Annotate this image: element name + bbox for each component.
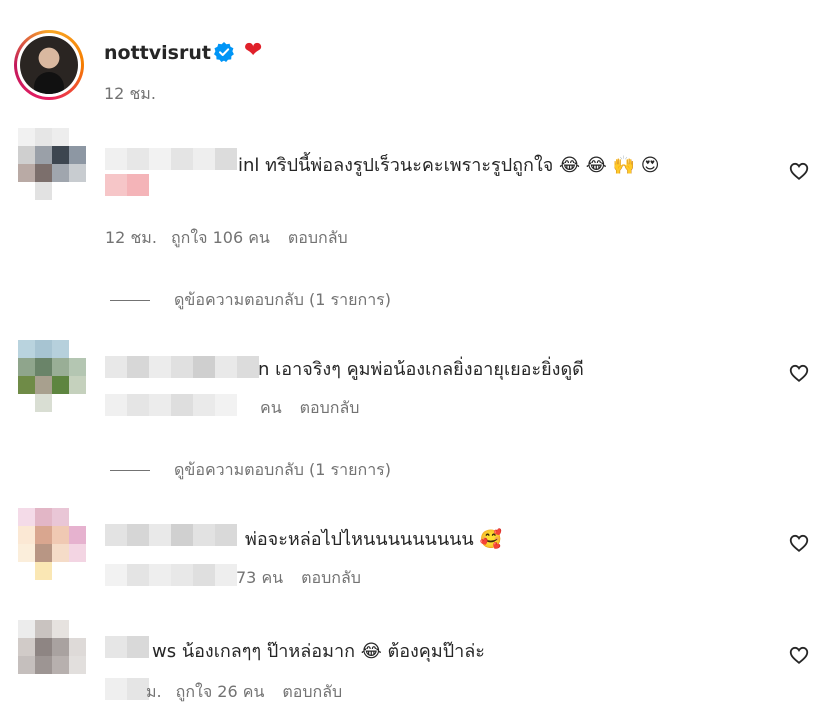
verified-badge-icon: [214, 42, 234, 62]
comment-text: พ่อจะหล่อไปไหนนนนนนนนน 🥰: [245, 529, 502, 550]
comment-text: n เอาจริงๆ คูมพ่อน้องเกลยิ่งอายุเยอะยิ่ง…: [258, 359, 584, 380]
author-username[interactable]: nottvisrut: [104, 42, 211, 64]
emoji: 🙌: [612, 155, 635, 176]
like-count[interactable]: ถูกใจ 26 คน: [176, 682, 265, 701]
view-replies-button[interactable]: ดูข้อความตอบกลับ (1 รายการ): [110, 288, 391, 313]
comment-text: inl ทริปนี้พ่อลงรูปเร็วนะคะเพราะรูปถูกใจ…: [238, 155, 660, 176]
divider-line: [110, 470, 150, 471]
commenter-avatar[interactable]: [18, 340, 86, 412]
divider-line: [110, 300, 150, 301]
emoji: 😍: [640, 155, 660, 176]
comment-meta: คน ตอบกลับ: [260, 396, 359, 421]
author-avatar[interactable]: [14, 30, 84, 100]
commenter-avatar[interactable]: [18, 128, 86, 200]
comment-text: ws น้องเกลๆๆ ป๊าหล่อมาก 😂 ต้องคุมป๊าล่ะ: [152, 641, 485, 662]
blurred-meta: [105, 394, 237, 418]
commenter-avatar[interactable]: [18, 620, 86, 692]
comment-meta: 12 ชม. ถูกใจ 106 คน ตอบกลับ: [105, 226, 348, 251]
heart-emoji: ❤: [244, 38, 263, 63]
comment-time: 12 ชม.: [105, 228, 157, 247]
blurred-username[interactable]: [105, 356, 259, 380]
post-time: 12 ชม.: [104, 84, 156, 103]
heart-outline-icon[interactable]: [788, 160, 810, 182]
blurred-username[interactable]: [105, 524, 237, 548]
blurred-meta: [105, 564, 237, 588]
commenter-avatar[interactable]: [18, 508, 86, 580]
reply-button[interactable]: ตอบกลับ: [300, 398, 360, 417]
comment-time: ม.: [146, 682, 162, 701]
blurred-meta: [105, 678, 149, 702]
like-count[interactable]: 73 คน: [236, 568, 283, 587]
emoji: 😂: [360, 641, 382, 662]
heart-outline-icon[interactable]: [788, 362, 810, 384]
emoji: 😂: [559, 155, 581, 176]
reply-button[interactable]: ตอบกลับ: [288, 228, 348, 247]
view-replies-button[interactable]: ดูข้อความตอบกลับ (1 รายการ): [110, 458, 391, 483]
heart-outline-icon[interactable]: [788, 532, 810, 554]
emoji: 😂: [585, 155, 607, 176]
heart-outline-icon[interactable]: [788, 644, 810, 666]
post-header: nottvisrut ❤ 12 ชม.: [14, 26, 806, 106]
reply-button[interactable]: ตอบกลับ: [301, 568, 361, 587]
comment-meta: 73 คน ตอบกลับ: [236, 566, 361, 591]
like-count[interactable]: ถูกใจ 106 คน: [171, 228, 270, 247]
comment-meta: ม. ถูกใจ 26 คน ตอบกลับ: [146, 680, 342, 705]
reply-button[interactable]: ตอบกลับ: [282, 682, 342, 701]
blurred-username-line2: [105, 174, 149, 198]
emoji: 🥰: [479, 529, 502, 550]
blurred-username[interactable]: [105, 636, 149, 660]
like-count[interactable]: คน: [260, 398, 282, 417]
blurred-username[interactable]: [105, 148, 237, 172]
